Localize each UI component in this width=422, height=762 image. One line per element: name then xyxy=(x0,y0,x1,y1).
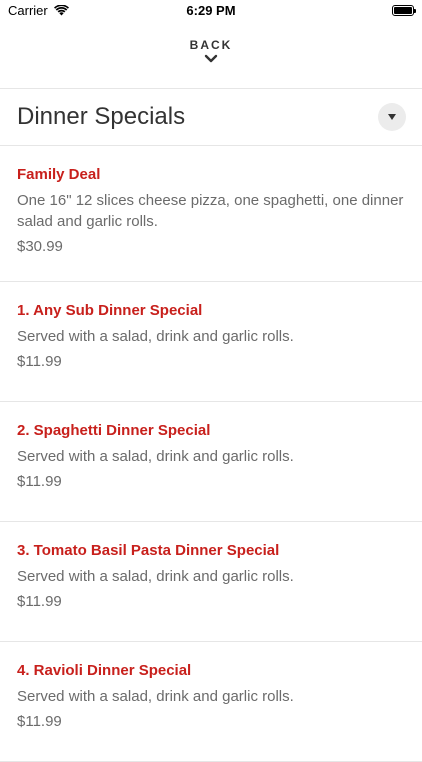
menu-item-description: One 16" 12 slices cheese pizza, one spag… xyxy=(17,192,404,230)
back-label[interactable]: BACK xyxy=(0,38,422,52)
menu-item-name[interactable]: Family Deal xyxy=(17,166,405,184)
back-button[interactable]: BACK xyxy=(0,38,422,64)
menu-item-name[interactable]: 2. Spaghetti Dinner Special xyxy=(17,422,405,440)
menu-item[interactable]: 3. Tomato Basil Pasta Dinner Special Ser… xyxy=(0,522,422,642)
menu-item-name[interactable]: 4. Ravioli Dinner Special xyxy=(17,662,405,680)
menu-item-description: Served with a salad, drink and garlic ro… xyxy=(17,448,294,465)
page-title: Dinner Specials xyxy=(17,103,186,130)
section-dropdown-button[interactable] xyxy=(378,103,406,131)
status-time: 6:29 PM xyxy=(186,3,236,18)
caret-down-icon[interactable] xyxy=(388,114,396,120)
menu-item-price: $11.99 xyxy=(17,473,62,490)
menu-item-description: Served with a salad, drink and garlic ro… xyxy=(17,688,294,705)
menu-item[interactable]: 4. Ravioli Dinner Special Served with a … xyxy=(0,642,422,762)
chevron-down-icon[interactable] xyxy=(204,54,218,64)
menu-item-description: Served with a salad, drink and garlic ro… xyxy=(17,328,294,345)
menu-item-name[interactable]: 1. Any Sub Dinner Special xyxy=(17,302,405,320)
menu-item[interactable]: 2. Spaghetti Dinner Special Served with … xyxy=(0,402,422,522)
menu-item-price: $30.99 xyxy=(17,238,63,255)
menu-item-price: $11.99 xyxy=(17,353,62,370)
menu-item-price: $11.99 xyxy=(17,593,62,610)
menu-item-price: $11.99 xyxy=(17,713,62,730)
menu-item[interactable]: Family Deal One 16" 12 slices cheese piz… xyxy=(0,146,422,282)
menu-item[interactable]: 1. Any Sub Dinner Special Served with a … xyxy=(0,282,422,402)
menu-list: Family Deal One 16" 12 slices cheese piz… xyxy=(0,146,422,762)
menu-item-name[interactable]: 3. Tomato Basil Pasta Dinner Special xyxy=(17,542,405,560)
menu-item-description: Served with a salad, drink and garlic ro… xyxy=(17,568,294,585)
status-bar: Carrier 6:29 PM xyxy=(0,0,422,22)
header-divider xyxy=(0,88,422,89)
battery-icon xyxy=(392,5,416,16)
